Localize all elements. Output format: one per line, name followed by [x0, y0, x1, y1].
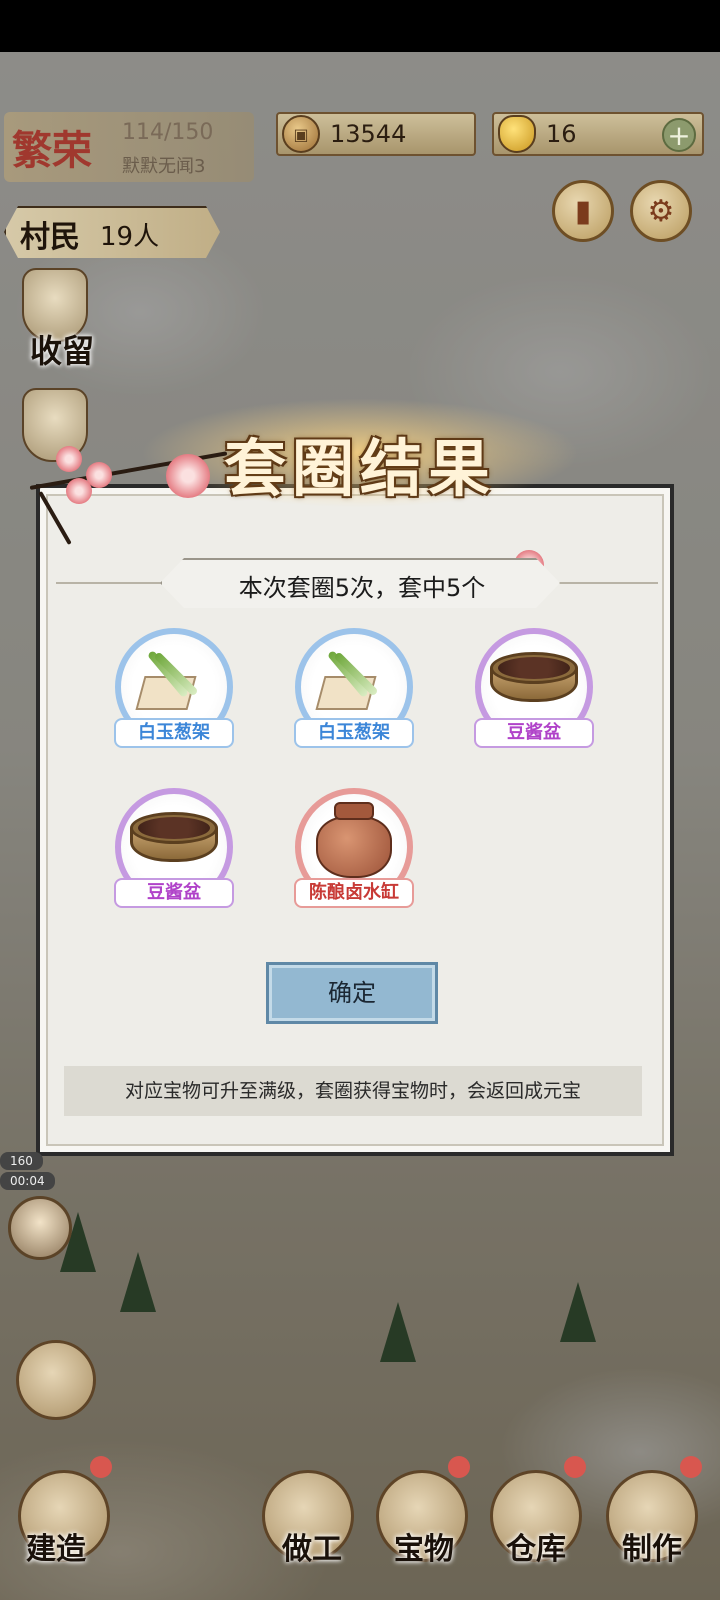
dialog-title: 套圈结果 — [223, 432, 496, 505]
prosperity-count: 114/150 — [122, 120, 214, 145]
notification-dot — [90, 1456, 112, 1478]
reward-item[interactable]: 白玉葱架 — [110, 628, 240, 758]
add-gold-button[interactable]: + — [662, 118, 696, 152]
jar-neck — [334, 802, 374, 820]
coin-amount: 13544 — [330, 120, 407, 148]
shelter-label: 收留 — [30, 332, 95, 370]
brine-jar-icon — [316, 816, 392, 878]
notification-dot — [448, 1456, 470, 1478]
timer-bottom: 00:04 — [0, 1172, 55, 1190]
notification-dot — [564, 1456, 586, 1478]
villager-count: 19人 — [100, 221, 160, 252]
work-label: 做工 — [282, 1532, 342, 1567]
timer-top: 160 — [0, 1152, 43, 1170]
plum-blossom-icon — [66, 478, 92, 504]
dialog-note: 对应宝物可升至满级，套圈获得宝物时，会返回成元宝 — [64, 1066, 642, 1116]
notification-dot — [680, 1456, 702, 1478]
gold-amount: 16 — [546, 120, 577, 148]
prosperity-panel[interactable]: 繁荣 114/150 默默无闻3 — [4, 112, 254, 182]
bracelet-button[interactable] — [16, 1340, 96, 1420]
confirm-button[interactable]: 确定 — [266, 962, 438, 1024]
villager-label: 村民 — [20, 220, 80, 255]
warehouse-label: 仓库 — [506, 1532, 566, 1567]
item-name: 陈酿卤水缸 — [294, 878, 414, 908]
villager-counter[interactable]: 村民 19人 — [4, 206, 220, 258]
item-name: 白玉葱架 — [114, 718, 234, 748]
divider-line — [56, 582, 162, 584]
gear-icon: ⚙ — [647, 193, 675, 229]
make-label: 制作 — [622, 1532, 682, 1567]
reward-item[interactable]: 白玉葱架 — [290, 628, 420, 758]
red-envelope-button[interactable]: ▮ — [552, 180, 614, 242]
red-envelope-icon: ▮ — [574, 193, 592, 229]
coin-counter[interactable]: ▣ 13544 — [276, 112, 476, 156]
item-name: 豆酱盆 — [114, 878, 234, 908]
reward-item[interactable]: 陈酿卤水缸 — [290, 788, 420, 918]
avatar[interactable] — [8, 1196, 72, 1260]
settings-button[interactable]: ⚙ — [630, 180, 692, 242]
gold-ingot-icon — [498, 115, 536, 153]
basin-paste — [498, 657, 570, 679]
item-name: 白玉葱架 — [294, 718, 414, 748]
plum-blossom-icon — [166, 454, 210, 498]
reward-item[interactable]: 豆酱盆 — [470, 628, 600, 758]
prosperity-title: 繁荣 — [12, 127, 92, 174]
copper-coin-icon: ▣ — [282, 115, 320, 153]
treasure-label: 宝物 — [394, 1532, 454, 1567]
gold-ingot-counter[interactable]: 16 + — [492, 112, 704, 156]
prosperity-rank: 默默无闻3 — [122, 156, 206, 177]
item-name: 豆酱盆 — [474, 718, 594, 748]
reward-item[interactable]: 豆酱盆 — [110, 788, 240, 918]
basin-paste — [138, 817, 210, 839]
build-label: 建造 — [26, 1532, 86, 1567]
result-summary: 本次套圈5次，套中5个 — [160, 558, 560, 608]
divider-line — [558, 582, 658, 584]
plum-blossom-icon — [56, 446, 82, 472]
